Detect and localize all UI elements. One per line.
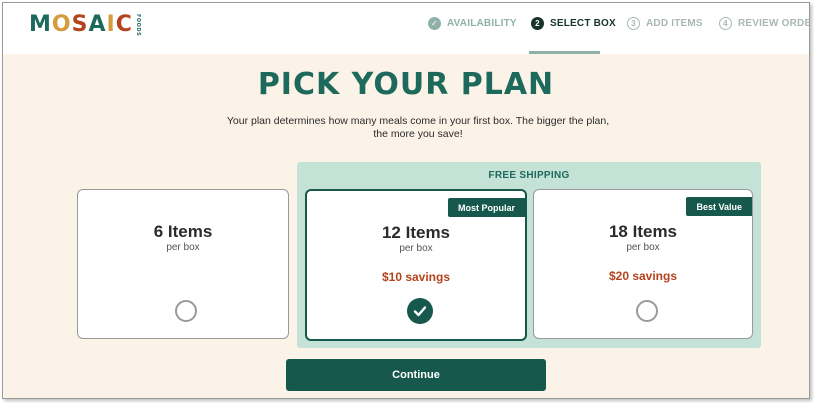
step-label: REVIEW ORDER (738, 18, 809, 29)
step-label: AVAILABILITY (447, 18, 517, 29)
plan-radio[interactable] (636, 300, 658, 322)
progress-steps: ✓ AVAILABILITY 2 SELECT BOX 3 ADD ITEMS … (3, 3, 809, 54)
plan-card-6-items[interactable]: 6 Items per box (77, 189, 289, 339)
check-icon: ✓ (428, 17, 441, 30)
plan-savings: $20 savings (608, 269, 678, 283)
best-value-badge: Best Value (686, 197, 752, 216)
plan-card-12-items[interactable]: Most Popular 12 Items per box $10 saving… (305, 189, 527, 341)
plan-subtitle: per box (626, 242, 660, 253)
page-subtitle: Your plan determines how many meals come… (226, 115, 610, 140)
step-availability[interactable]: ✓ AVAILABILITY (428, 17, 517, 30)
page-title: PICK YOUR PLAN (257, 67, 555, 102)
plan-radio-checked[interactable] (407, 298, 433, 324)
plan-subtitle: per box (166, 242, 200, 253)
most-popular-badge: Most Popular (447, 198, 525, 217)
step-number: 3 (627, 17, 640, 30)
step-select-box[interactable]: 2 SELECT BOX (531, 17, 616, 30)
step-add-items[interactable]: 3 ADD ITEMS (627, 17, 703, 30)
plan-title: 12 Items (381, 223, 451, 242)
step-number: 4 (719, 17, 732, 30)
header: MOSAIC FOODS ✓ AVAILABILITY 2 SELECT BOX… (3, 3, 809, 54)
app-window: MOSAIC FOODS ✓ AVAILABILITY 2 SELECT BOX… (2, 2, 810, 399)
plan-title: 18 Items (608, 222, 678, 241)
plan-savings: $10 savings (381, 270, 451, 284)
step-label: SELECT BOX (550, 18, 616, 29)
active-step-indicator (529, 51, 600, 54)
step-number: 2 (531, 17, 544, 30)
continue-button[interactable]: Continue (286, 359, 546, 391)
plan-subtitle: per box (399, 243, 433, 254)
plan-radio[interactable] (175, 300, 197, 322)
step-review-order[interactable]: 4 REVIEW ORDER (719, 17, 809, 30)
plan-card-18-items[interactable]: Best Value 18 Items per box $20 savings (533, 189, 753, 339)
checkmark-icon (413, 306, 427, 317)
free-shipping-label: FREE SHIPPING (488, 170, 570, 181)
plan-title: 6 Items (153, 222, 213, 241)
step-label: ADD ITEMS (646, 18, 703, 29)
